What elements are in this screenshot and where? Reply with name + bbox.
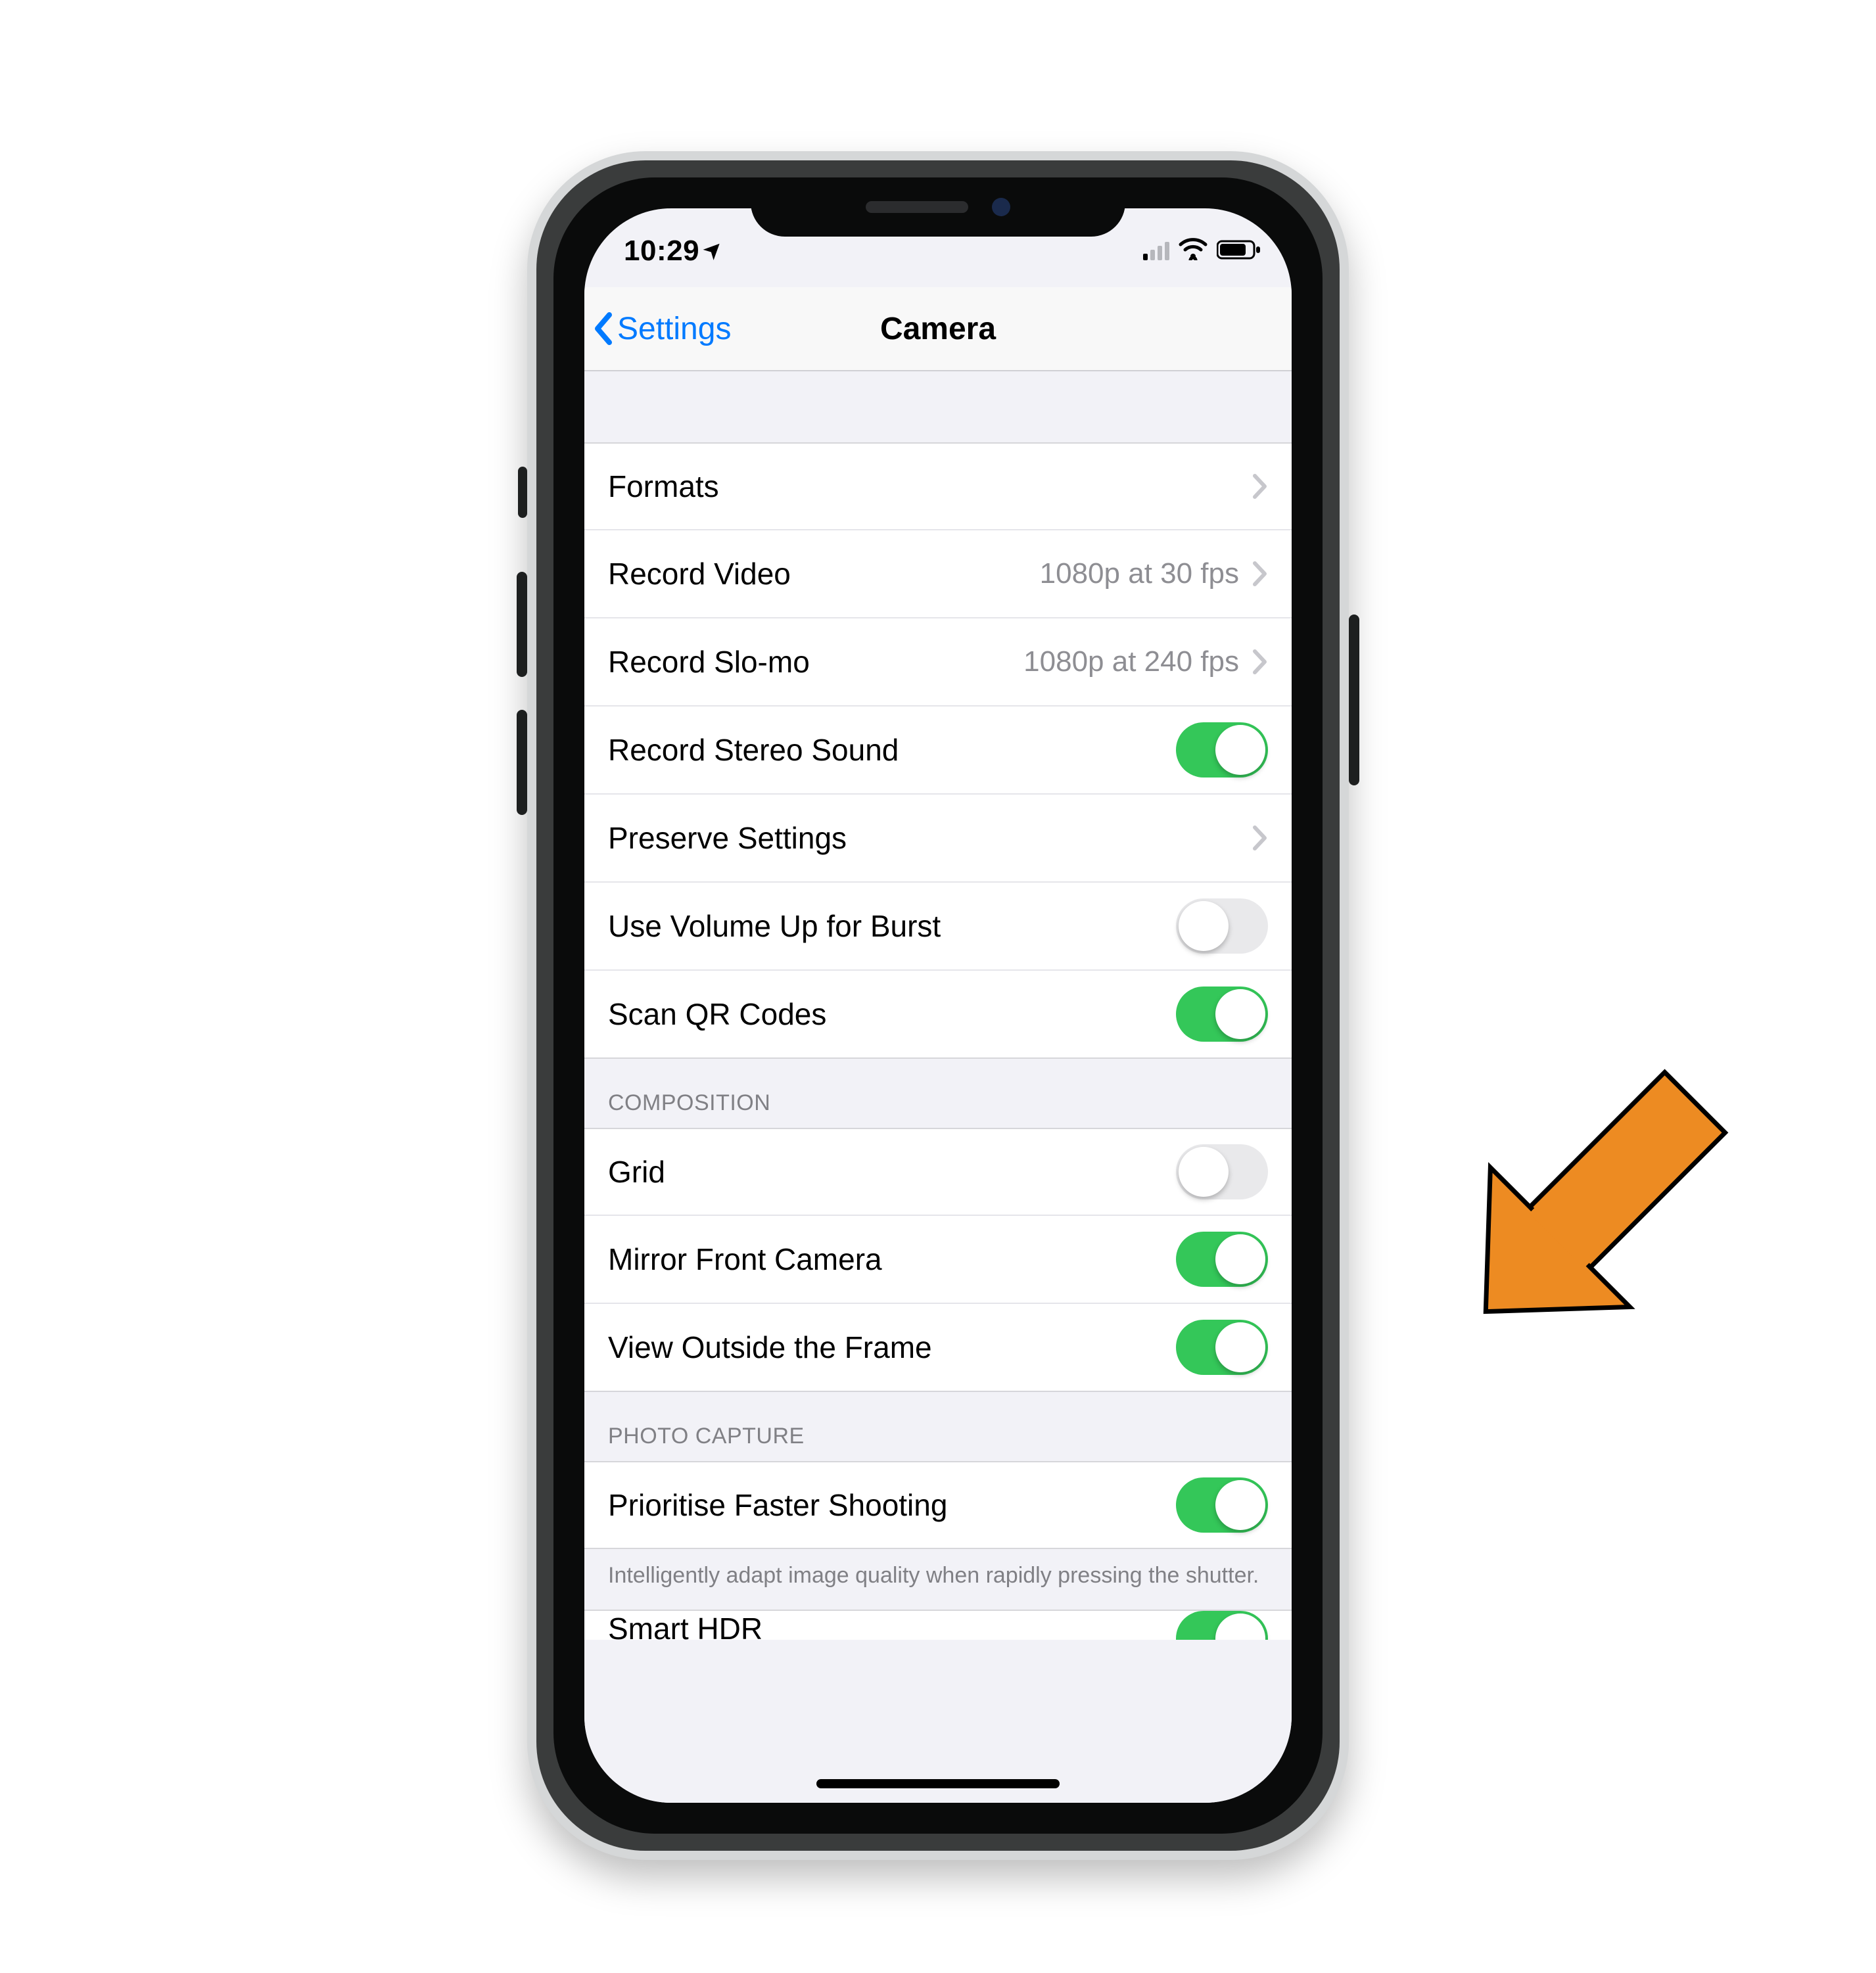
row-detail: 1080p at 240 fps [1023, 645, 1239, 678]
row-volume-burst: Use Volume Up for Burst [584, 883, 1292, 971]
section-footer-photo-capture: Intelligently adapt image quality when r… [584, 1549, 1292, 1610]
row-label: Mirror Front Camera [608, 1242, 1176, 1277]
notch [751, 177, 1125, 237]
row-label: Prioritise Faster Shooting [608, 1487, 1176, 1523]
toggle-scan-qr[interactable] [1176, 986, 1268, 1042]
section-header-composition: COMPOSITION [584, 1059, 1292, 1128]
row-prioritise-faster-shooting: Prioritise Faster Shooting [584, 1461, 1292, 1549]
toggle-volume-burst[interactable] [1176, 898, 1268, 954]
row-label: Smart HDR [608, 1611, 1176, 1640]
mute-switch[interactable] [518, 467, 527, 518]
settings-list[interactable]: Formats Record Video 1080p at 30 fps Rec… [584, 371, 1292, 1803]
row-label: Scan QR Codes [608, 996, 1176, 1032]
row-stereo-sound: Record Stereo Sound [584, 707, 1292, 795]
wifi-icon [1179, 235, 1208, 267]
phone-shell: 10:29 ➤ [536, 160, 1340, 1851]
earpiece-speaker [866, 201, 968, 213]
status-time: 10:29 [624, 235, 699, 267]
row-grid: Grid [584, 1128, 1292, 1216]
toggle-prioritise-faster-shooting[interactable] [1176, 1477, 1268, 1533]
row-label: Use Volume Up for Burst [608, 908, 1176, 944]
screen: 10:29 ➤ [584, 208, 1292, 1803]
toggle-grid[interactable] [1176, 1144, 1268, 1199]
toggle-view-outside-frame[interactable] [1176, 1320, 1268, 1375]
row-label: View Outside the Frame [608, 1330, 1176, 1365]
volume-up-button[interactable] [517, 572, 527, 677]
chevron-right-icon [1252, 561, 1268, 587]
chevron-right-icon [1252, 825, 1268, 851]
toggle-stereo-sound[interactable] [1176, 722, 1268, 778]
phone-frame: 10:29 ➤ [527, 151, 1349, 1860]
phone-bezel: 10:29 ➤ [553, 177, 1323, 1834]
row-view-outside-frame: View Outside the Frame [584, 1304, 1292, 1392]
nav-title: Camera [584, 311, 1292, 347]
location-arrow-icon: ➤ [698, 234, 728, 264]
chevron-right-icon [1252, 473, 1268, 499]
row-label: Grid [608, 1154, 1176, 1190]
row-smart-hdr: Smart HDR [584, 1610, 1292, 1640]
annotation-arrow-icon [1394, 1038, 1801, 1380]
status-left: 10:29 ➤ [624, 235, 724, 267]
row-scan-qr: Scan QR Codes [584, 971, 1292, 1059]
row-label: Formats [608, 469, 1252, 504]
row-detail: 1080p at 30 fps [1040, 557, 1239, 590]
toggle-smart-hdr[interactable] [1176, 1611, 1268, 1640]
section-header-photo-capture: PHOTO CAPTURE [584, 1392, 1292, 1461]
volume-down-button[interactable] [517, 710, 527, 815]
row-mirror-front-camera: Mirror Front Camera [584, 1216, 1292, 1304]
status-right [1143, 235, 1261, 267]
battery-icon [1217, 235, 1261, 267]
row-label: Record Slo-mo [608, 644, 1023, 680]
nav-bar: Settings Camera [584, 287, 1292, 371]
front-camera [992, 198, 1010, 216]
row-record-slomo[interactable]: Record Slo-mo 1080p at 240 fps [584, 618, 1292, 707]
row-preserve-settings[interactable]: Preserve Settings [584, 795, 1292, 883]
row-formats[interactable]: Formats [584, 442, 1292, 530]
row-record-video[interactable]: Record Video 1080p at 30 fps [584, 530, 1292, 618]
row-label: Record Stereo Sound [608, 732, 1176, 768]
row-label: Preserve Settings [608, 820, 1252, 856]
chevron-right-icon [1252, 649, 1268, 675]
cellular-signal-icon [1143, 242, 1169, 260]
side-button[interactable] [1349, 615, 1359, 785]
toggle-mirror-front-camera[interactable] [1176, 1232, 1268, 1287]
home-indicator[interactable] [816, 1779, 1060, 1788]
row-label: Record Video [608, 556, 1040, 592]
